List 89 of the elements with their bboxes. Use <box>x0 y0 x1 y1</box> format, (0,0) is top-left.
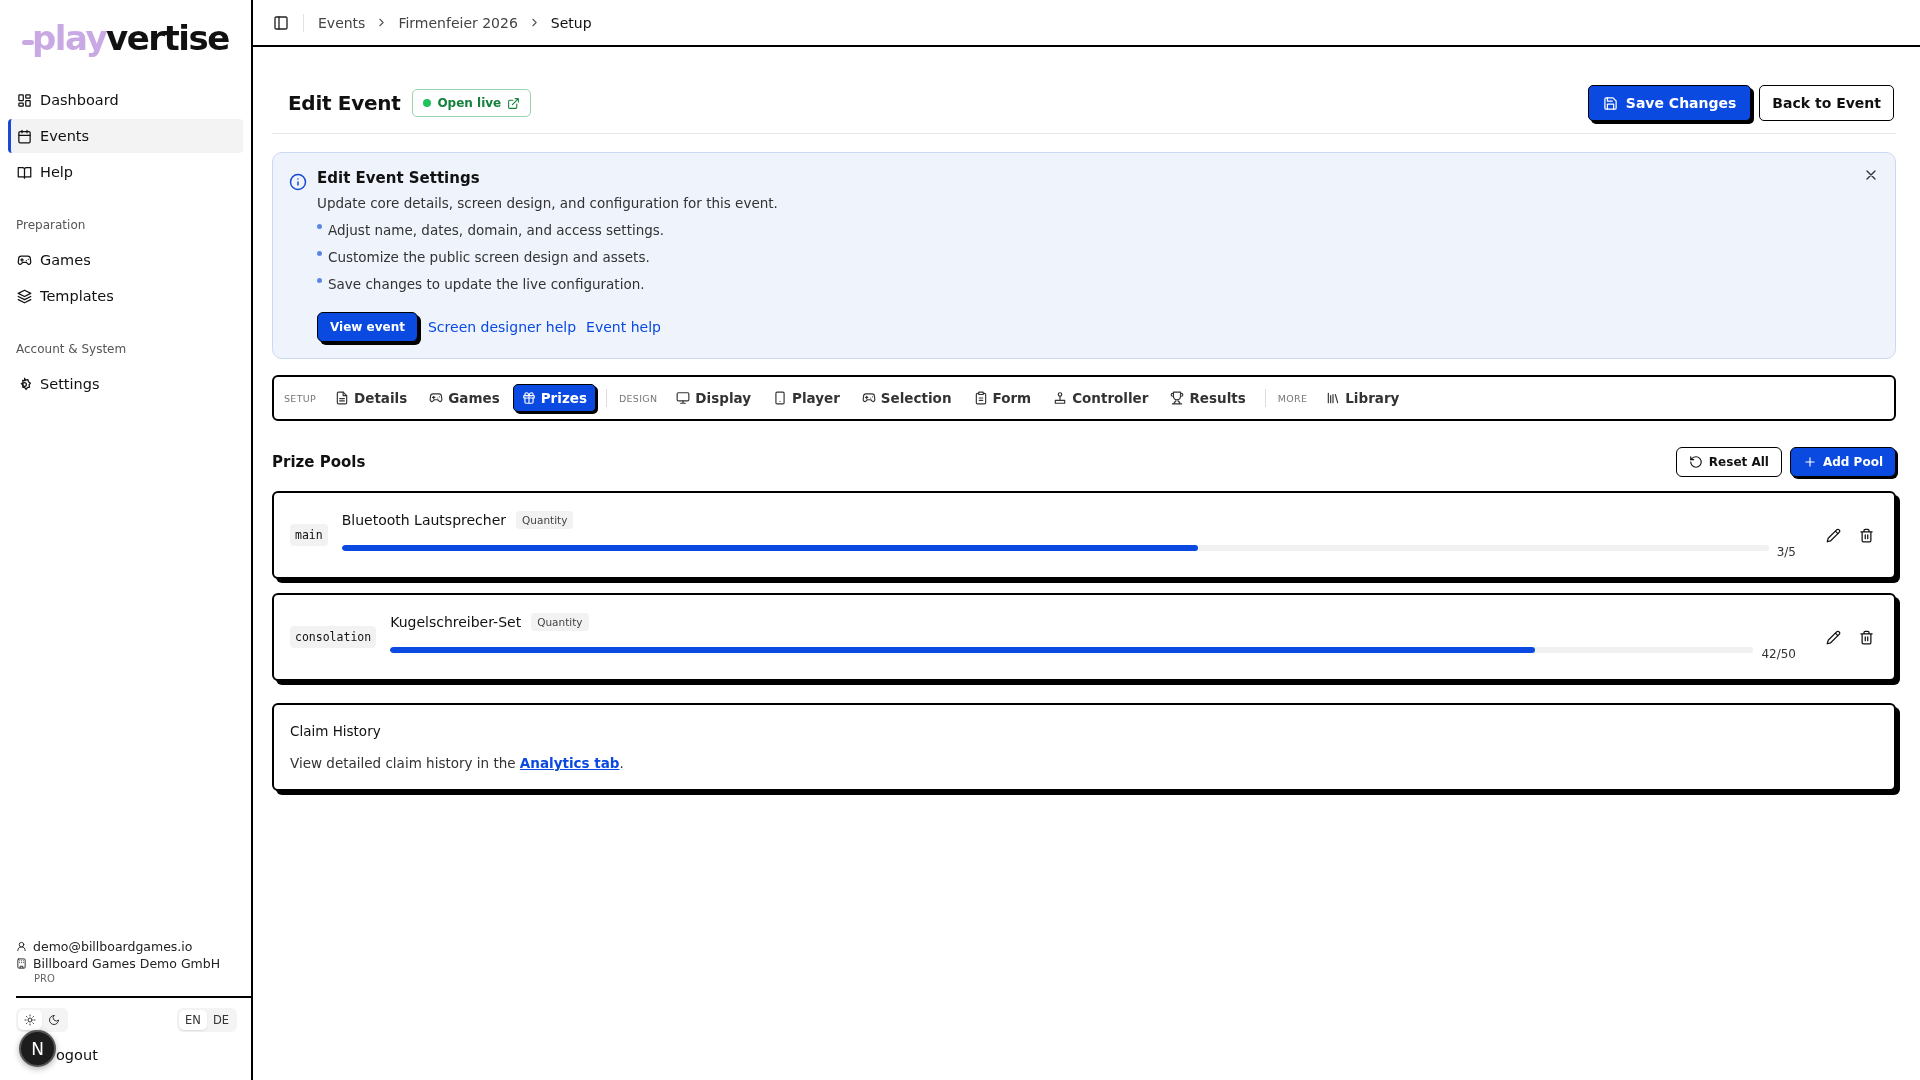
tab[interactable]: Player <box>764 384 849 412</box>
gamepad-icon <box>429 391 444 405</box>
nav-item[interactable]: Help <box>8 155 243 189</box>
breadcrumb-link[interactable]: Firmenfeier 2026 <box>398 14 518 31</box>
tab[interactable]: Selection <box>852 384 961 412</box>
language-option[interactable]: EN <box>179 1010 207 1030</box>
gift-icon <box>521 391 536 405</box>
books-icon <box>1326 391 1341 405</box>
nav-item[interactable]: Dashboard <box>8 83 243 117</box>
tab-group-label: SETUP <box>284 392 317 404</box>
account-email: demo@billboardgames.io <box>33 939 193 954</box>
phone-icon <box>773 391 787 405</box>
tab[interactable]: Form <box>964 384 1041 412</box>
gamepad-icon <box>17 252 32 268</box>
pool-name: Kugelschreiber-Set <box>390 614 522 630</box>
language-option[interactable]: DE <box>206 1010 235 1030</box>
layers-icon <box>17 288 32 304</box>
banner-description: Update core details, screen design, and configuration for this event. <box>317 195 778 211</box>
logo: playvertise <box>22 16 229 60</box>
tab-group-label: DESIGN <box>618 392 658 404</box>
section-heading: Account & System <box>15 342 128 356</box>
moon-icon <box>48 1014 60 1026</box>
clipboard-icon <box>973 391 988 405</box>
breadcrumb-link[interactable]: Events <box>318 14 366 31</box>
plus-icon <box>1802 455 1817 469</box>
add-button[interactable]: Add Pool <box>1789 447 1896 477</box>
banner-bullet: Customize the public screen design and assets. <box>328 249 650 265</box>
open-live-link[interactable]: Open live <box>412 89 532 117</box>
theme-option[interactable] <box>18 1010 42 1030</box>
page-title: Edit Event <box>288 91 401 115</box>
sidebar-toggle-icon <box>273 14 289 31</box>
monitor-icon <box>676 391 691 405</box>
status-dot <box>423 99 432 107</box>
tab[interactable]: Games <box>420 384 509 412</box>
logout-link[interactable]: ogout <box>56 1047 98 1063</box>
save-button[interactable]: Save Changes <box>1587 85 1752 121</box>
card-title: Claim History <box>290 723 382 739</box>
pool-count: 42/50 <box>1761 647 1796 661</box>
breadcrumb-link[interactable]: Setup <box>550 14 592 31</box>
reset-button[interactable]: Reset All <box>1675 447 1782 477</box>
pool-type-tag: Quantity <box>516 511 574 529</box>
banner-bullet: Save changes to update the live configuration. <box>328 276 645 292</box>
section-title: Prize Pools <box>272 453 366 471</box>
pool-count: 3/5 <box>1776 545 1796 559</box>
trophy-icon <box>1170 391 1185 405</box>
claim-history-text: View detailed claim history in the Analytics tab. <box>290 755 625 771</box>
gamepad-icon <box>861 391 876 405</box>
joystick-icon <box>1053 391 1068 405</box>
view-event-button[interactable]: View event <box>317 312 418 342</box>
back-button[interactable]: Back to Event <box>1759 85 1894 121</box>
calendar-icon <box>17 128 32 144</box>
help-link[interactable]: Event help <box>586 319 661 335</box>
tab[interactable]: Controller <box>1044 384 1158 412</box>
tab-group-label: MORE <box>1277 392 1308 404</box>
trash-icon <box>1859 527 1874 543</box>
sidebar-toggle-button[interactable] <box>273 14 289 31</box>
pencil-icon <box>1826 629 1841 645</box>
nav-item[interactable]: Templates <box>8 279 243 313</box>
banner-title: Edit Event Settings <box>317 169 481 187</box>
pencil-icon <box>1826 527 1841 543</box>
banner-bullet: Adjust name, dates, domain, and access settings. <box>328 222 665 238</box>
reset-icon <box>1688 455 1703 469</box>
section-heading: Preparation <box>15 218 87 232</box>
pool-tier-label: main <box>290 524 328 546</box>
book-icon <box>17 164 32 180</box>
tab[interactable]: Display <box>667 384 760 412</box>
nav-item[interactable]: Events <box>8 119 243 153</box>
tab[interactable]: Prizes <box>512 384 596 412</box>
info-icon <box>289 173 307 191</box>
analytics-link[interactable]: Analytics tab <box>519 755 620 771</box>
sun-icon <box>24 1014 36 1026</box>
document-icon <box>335 391 350 405</box>
pool-tier-label: consolation <box>290 626 377 648</box>
tab[interactable]: Results <box>1161 384 1255 412</box>
tab[interactable]: Details <box>326 384 417 412</box>
plan-label: PRO <box>34 973 56 984</box>
letter-badge[interactable]: N <box>19 1030 56 1067</box>
external-link-icon <box>507 96 521 110</box>
nav-item[interactable]: Settings <box>8 367 243 401</box>
user-icon <box>16 941 27 952</box>
trash-icon <box>1859 629 1874 645</box>
help-link[interactable]: Screen designer help <box>428 319 577 335</box>
nav-item[interactable]: Games <box>8 243 243 277</box>
pool-type-tag: Quantity <box>531 613 589 631</box>
pool-name: Bluetooth Lautsprecher <box>341 512 507 528</box>
grid-icon <box>17 92 32 108</box>
building-icon <box>16 958 27 969</box>
tab[interactable]: Library <box>1317 384 1409 412</box>
company-name: Billboard Games Demo GmbH <box>33 956 221 971</box>
